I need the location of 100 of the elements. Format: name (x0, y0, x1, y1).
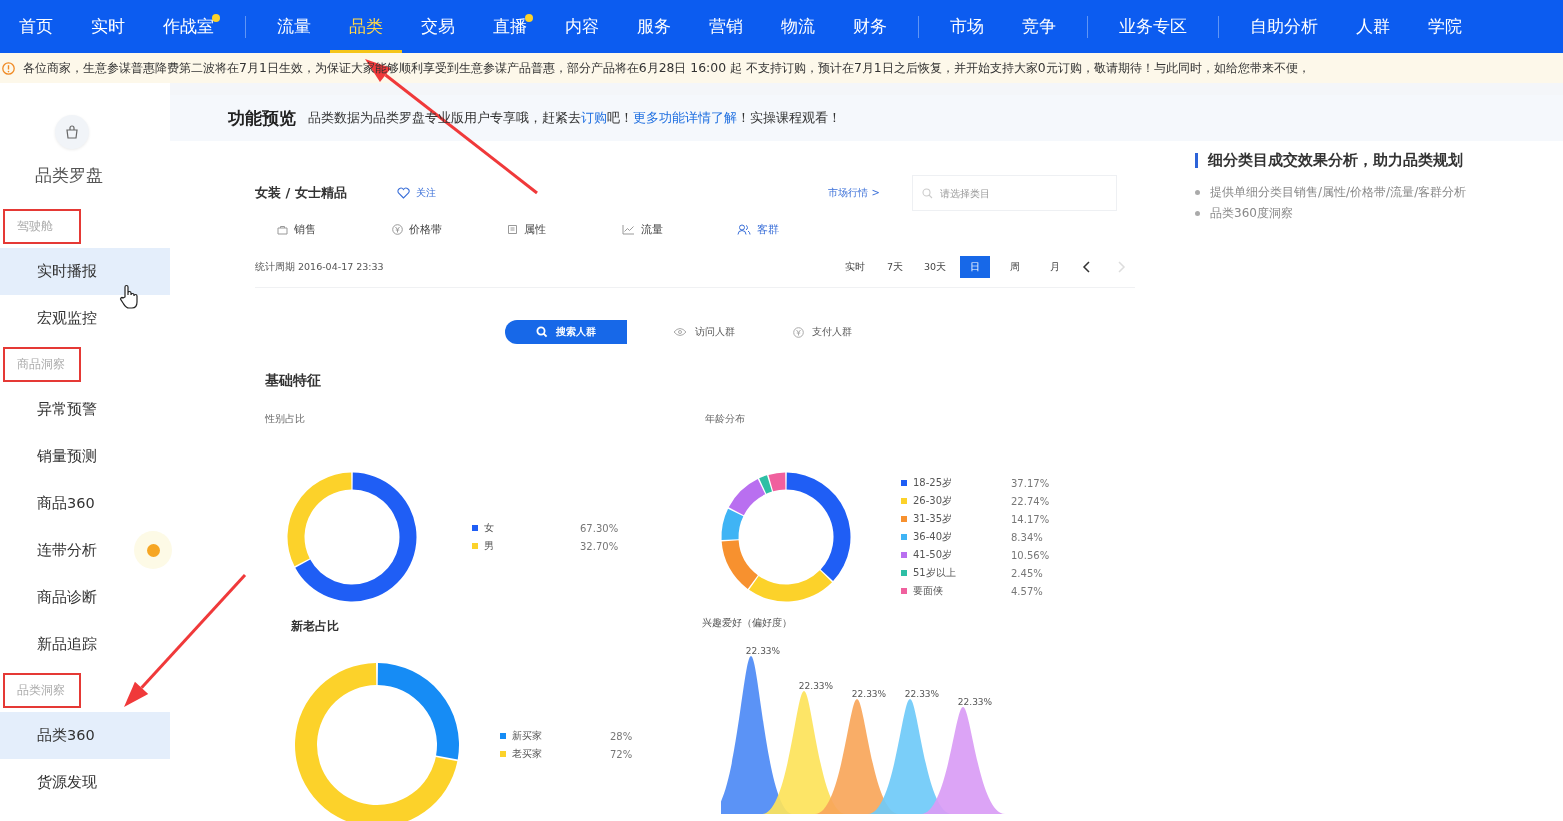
section-title: 基础特征 (265, 372, 321, 390)
logo-icon (55, 115, 89, 149)
chart-title: 年龄分布 (705, 412, 745, 426)
legend-label: 女 (484, 521, 495, 535)
heart-icon (396, 187, 410, 199)
data-label: 22.33% (851, 689, 887, 699)
legend-label: 51岁以上 (913, 566, 957, 580)
yen-icon (793, 326, 804, 338)
legend-label: 老买家 (512, 747, 543, 761)
legend-value: 22.74% (1011, 495, 1050, 507)
hand-cursor-icon (118, 284, 140, 310)
chart-title: 性别占比 (265, 412, 305, 426)
legend-label: 18-25岁 (913, 476, 954, 490)
info-bullet: 提供单细分类目销售/属性/价格带/流量/客群分析 (1210, 184, 1467, 201)
range-tab[interactable]: 实时 (835, 256, 875, 278)
sidebar-item[interactable]: 销量预测 (0, 433, 170, 480)
legend-label: 男 (484, 539, 495, 553)
nav-tab[interactable]: 作战室 (144, 0, 233, 53)
accent-bar (1195, 153, 1198, 168)
sidebar-item[interactable]: 异常预警 (0, 386, 170, 433)
legend-label: 要面侠 (913, 584, 944, 598)
bullet-icon (1195, 190, 1200, 195)
search-icon (536, 326, 548, 338)
category-tab[interactable]: 属性 (507, 217, 622, 241)
section-label: 商品洞察 (3, 346, 81, 382)
nav-tab[interactable]: 人群 (1337, 0, 1409, 53)
crowd-tab[interactable]: 搜索人群 (505, 320, 627, 344)
sidebar-item[interactable]: 商品360 (0, 480, 170, 527)
info-heading: 细分类目成交效果分析，助力品类规划 (1208, 151, 1463, 170)
nav-tab[interactable]: 自助分析 (1231, 0, 1337, 53)
legend-label: 26-30岁 (913, 494, 954, 508)
link[interactable]: 更多功能详情了解 (633, 109, 737, 125)
category-tab[interactable]: 价格带 (392, 217, 507, 241)
list-icon (507, 223, 518, 235)
data-label: 22.33% (904, 689, 940, 699)
sidebar-item[interactable]: 货源发现 (0, 759, 170, 806)
legend-value: 14.17% (1011, 513, 1050, 525)
sidebar-item[interactable]: 连带分析 (0, 527, 170, 574)
eye-icon (673, 327, 687, 337)
crowd-tab[interactable]: 访问人群 (647, 320, 767, 344)
range-tab[interactable]: 月 (1035, 256, 1075, 278)
bullet-icon (1195, 211, 1200, 216)
category-tab[interactable]: 客群 (737, 217, 852, 241)
legend-label: 31-35岁 (913, 512, 954, 526)
nav-tab[interactable]: 实时 (72, 0, 144, 53)
sidebar-item[interactable]: 宏观监控 (0, 295, 170, 342)
chart-title: 兴趣爱好（偏好度） (702, 616, 792, 630)
nav-tab[interactable]: 学院 (1409, 0, 1481, 53)
range-tab[interactable]: 日 (960, 256, 990, 278)
nav-tab[interactable]: 内容 (546, 0, 618, 53)
legend-value: 37.17% (1011, 477, 1050, 489)
legend-value: 32.70% (580, 540, 619, 552)
data-label: 22.33% (745, 646, 781, 656)
nav-tab[interactable]: 流量 (258, 0, 330, 53)
section-label: 驾驶舱 (3, 208, 81, 244)
nav-tab[interactable]: 市场 (931, 0, 1003, 53)
warning-icon (2, 61, 15, 75)
people-icon (737, 223, 751, 235)
legend-value: 4.57% (1011, 585, 1043, 597)
nav-tab[interactable]: 物流 (762, 0, 834, 53)
data-label: 22.33% (798, 681, 834, 691)
nav-tab[interactable]: 服务 (618, 0, 690, 53)
section-label: 品类洞察 (3, 672, 81, 708)
follow-button[interactable]: 关注 (396, 186, 436, 200)
sidebar-item[interactable]: 新品追踪 (0, 621, 170, 668)
nav-tab[interactable]: 首页 (0, 0, 72, 53)
nav-tab[interactable]: 竞争 (1003, 0, 1075, 53)
breadcrumb: 女装 / 女士精品 (255, 184, 347, 202)
info-bullet: 品类360度洞察 (1210, 205, 1293, 222)
legend-value: 67.30% (580, 522, 619, 534)
range-tab[interactable]: 30天 (915, 256, 955, 278)
legend-label: 36-40岁 (913, 530, 954, 544)
legend-label: 新买家 (512, 729, 543, 743)
market-link[interactable]: 市场行情 > (828, 186, 880, 200)
legend-value: 2.45% (1011, 567, 1043, 579)
legend-value: 10.56% (1011, 549, 1050, 561)
range-tab[interactable]: 周 (995, 256, 1035, 278)
legend-label: 41-50岁 (913, 548, 954, 562)
sidebar-item[interactable]: 商品诊断 (0, 574, 170, 621)
nav-tab[interactable]: 交易 (402, 0, 474, 53)
yen-icon (392, 223, 403, 235)
category-tab[interactable]: 流量 (622, 217, 737, 241)
range-tab[interactable]: 7天 (875, 256, 915, 278)
period-label: 统计周期 2016-04-17 23:33 (255, 260, 384, 274)
sidebar-item[interactable]: 品类360 (0, 712, 170, 759)
legend-value: 28% (610, 730, 633, 742)
nav-tab[interactable]: 营销 (690, 0, 762, 53)
nav-tab[interactable]: 业务专区 (1100, 0, 1206, 53)
category-tab[interactable]: 销售 (277, 217, 392, 241)
data-label: 22.33% (957, 697, 993, 707)
page-title: 功能预览 (228, 106, 296, 130)
nav-tab[interactable]: 直播 (474, 0, 546, 53)
link[interactable]: 订购 (581, 109, 607, 125)
search-field[interactable]: 请选择类目 (912, 175, 1117, 211)
nav-tab[interactable]: 财务 (834, 0, 906, 53)
legend-value: 8.34% (1011, 531, 1043, 543)
app-title: 品类罗盘 (35, 164, 103, 187)
chart-title: 新老占比 (291, 618, 339, 635)
crowd-tab[interactable]: 支付人群 (767, 320, 887, 344)
sidebar-item[interactable]: 实时播报 (0, 248, 170, 295)
